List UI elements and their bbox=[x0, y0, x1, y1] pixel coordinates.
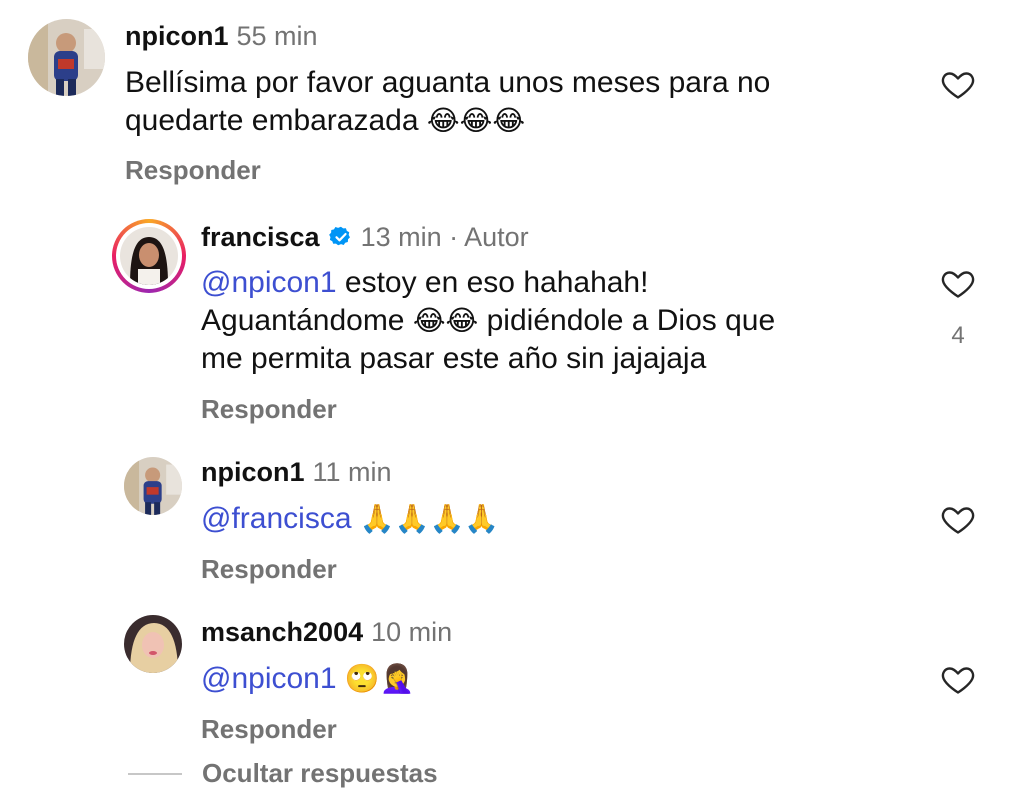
username[interactable]: francisca bbox=[201, 221, 320, 253]
comment-text-line: quedarte embarazada 😂😂😂 bbox=[125, 102, 770, 140]
comment-text-line: me permita pasar este año sin jajajaja bbox=[201, 342, 707, 375]
mention-link[interactable]: @npicon1 bbox=[201, 266, 337, 299]
comment-text-segment: pidiéndole a Dios que bbox=[486, 304, 776, 337]
comment-text: @npicon1 estoy en eso hahahah! Aguantánd… bbox=[201, 264, 775, 378]
avatar-npicon1[interactable] bbox=[124, 457, 182, 515]
mention-link[interactable]: @francisca bbox=[201, 502, 352, 535]
reply-button[interactable]: Responder bbox=[201, 714, 337, 745]
timestamp: 10 min bbox=[371, 617, 453, 647]
comment-text-line: @npicon1 estoy en eso hahahah! bbox=[201, 264, 775, 302]
username[interactable]: npicon1 bbox=[125, 20, 229, 52]
timestamp: 13 min · Autor bbox=[360, 222, 529, 252]
verified-badge-icon bbox=[328, 226, 350, 246]
emoji-group: 😂😂 bbox=[412, 304, 479, 337]
comment-meta: npicon1 55 min bbox=[125, 20, 318, 52]
username[interactable]: msanch2004 bbox=[201, 616, 363, 648]
reply-button[interactable]: Responder bbox=[201, 554, 337, 585]
comment-text: @npicon1 🙄🤦‍♀️ bbox=[201, 660, 415, 698]
heart-icon[interactable] bbox=[939, 661, 977, 697]
emoji-group: 🙏🙏🙏🙏 bbox=[359, 502, 500, 535]
hide-replies-label: Ocultar respuestas bbox=[202, 758, 438, 788]
comment-text-segment: Aguantándome bbox=[201, 304, 405, 337]
heart-icon[interactable] bbox=[939, 265, 977, 301]
timestamp: 11 min bbox=[312, 457, 392, 487]
mention-link[interactable]: @npicon1 bbox=[201, 662, 337, 695]
emoji-group: 😂😂😂 bbox=[426, 104, 526, 137]
comment-text-line: Bellísima por favor aguanta unos meses p… bbox=[125, 66, 771, 99]
heart-icon[interactable] bbox=[939, 66, 977, 102]
reply-button[interactable]: Responder bbox=[201, 394, 337, 425]
comment-text-segment: quedarte embarazada bbox=[125, 104, 419, 137]
avatar-msanch2004[interactable] bbox=[124, 615, 182, 673]
emoji-group: 🙄🤦‍♀️ bbox=[344, 662, 415, 695]
comment-text: Bellísima por favor aguanta unos meses p… bbox=[125, 64, 770, 140]
comment-meta: francisca 13 min · Autor bbox=[201, 221, 529, 253]
comment-meta: msanch2004 10 min bbox=[201, 616, 452, 648]
heart-icon[interactable] bbox=[939, 501, 977, 537]
hide-replies-button[interactable]: Ocultar respuestas bbox=[128, 758, 438, 789]
divider-line bbox=[128, 772, 182, 775]
comment-text-line: @npicon1 🙄🤦‍♀️ bbox=[201, 660, 415, 698]
comment-text-segment: estoy en eso hahahah! bbox=[336, 266, 649, 299]
comment-meta: npicon1 11 min bbox=[201, 456, 392, 488]
avatar-npicon1[interactable] bbox=[28, 19, 105, 96]
timestamp: 55 min bbox=[236, 21, 318, 51]
comment-text-line: @francisca 🙏🙏🙏🙏 bbox=[201, 500, 499, 538]
comment-text: @francisca 🙏🙏🙏🙏 bbox=[201, 500, 499, 538]
like-count: 4 bbox=[951, 322, 965, 349]
reply-button[interactable]: Responder bbox=[125, 155, 261, 186]
comment-text-line: Aguantándome 😂😂 pidiéndole a Dios que bbox=[201, 302, 775, 340]
username[interactable]: npicon1 bbox=[201, 456, 305, 488]
avatar-francisca[interactable] bbox=[112, 219, 186, 293]
